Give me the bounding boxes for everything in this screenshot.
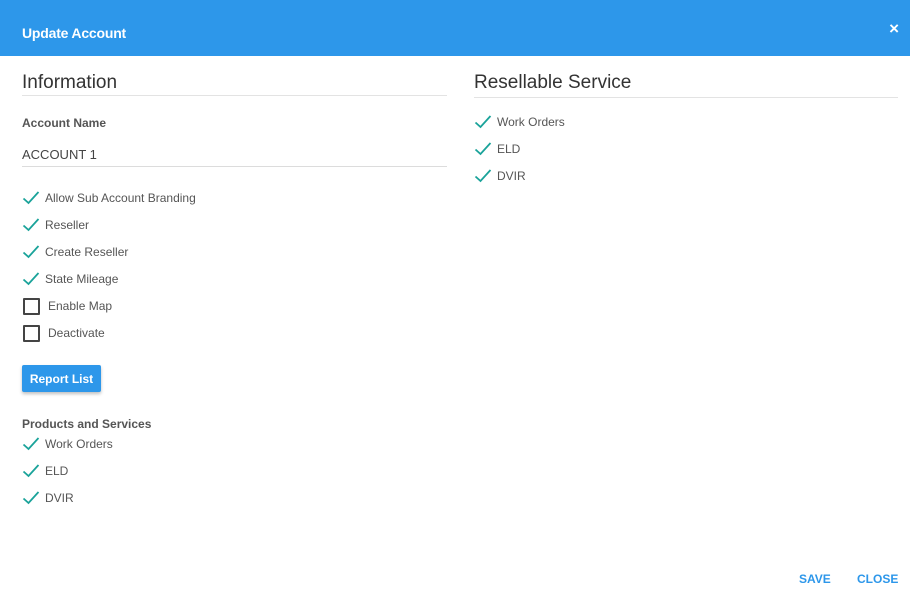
checkmark-icon (22, 462, 40, 480)
account-name-input[interactable] (22, 142, 447, 167)
dialog-header: Update Account × (0, 0, 910, 56)
checkbox-label: Enable Map (48, 299, 113, 313)
checkmark-icon (474, 167, 492, 185)
checkbox-allow-sub-account-branding[interactable]: Allow Sub Account Branding (22, 188, 196, 208)
resellable-label: DVIR (497, 169, 526, 183)
account-name-label: Account Name (22, 116, 107, 130)
product-label: ELD (45, 464, 69, 478)
checkbox-create-reseller[interactable]: Create Reseller (22, 242, 128, 262)
product-label: Work Orders (45, 437, 113, 451)
resellable-label: ELD (497, 142, 521, 156)
information-title: Information (22, 70, 447, 96)
checkbox-label: Deactivate (48, 326, 105, 340)
checkmark-icon (474, 113, 492, 131)
dialog-title: Update Account (22, 25, 127, 41)
checkbox-enable-map[interactable]: Enable Map (22, 296, 112, 316)
checkmark-icon (474, 140, 492, 158)
information-section: Information Account Name Allow Sub Accou… (22, 70, 447, 510)
resellable-service-title: Resellable Service (474, 70, 898, 98)
close-icon[interactable]: × (889, 19, 899, 39)
save-button[interactable]: SAVE (799, 572, 831, 586)
checkmark-icon (22, 243, 40, 261)
checkbox-label: Reseller (45, 218, 90, 232)
product-eld[interactable]: ELD (22, 461, 68, 481)
product-dvir[interactable]: DVIR (22, 488, 74, 508)
empty-checkbox-icon (23, 324, 40, 342)
empty-checkbox-icon (23, 297, 40, 315)
checkmark-icon (22, 216, 40, 234)
checkbox-state-mileage[interactable]: State Mileage (22, 269, 118, 289)
product-label: DVIR (45, 491, 74, 505)
product-work-orders[interactable]: Work Orders (22, 434, 113, 454)
checkbox-label: Create Reseller (45, 245, 129, 259)
checkmark-icon (22, 435, 40, 453)
checkbox-reseller[interactable]: Reseller (22, 215, 89, 235)
resellable-work-orders[interactable]: Work Orders (474, 112, 565, 132)
checkbox-label: Allow Sub Account Branding (45, 191, 196, 205)
resellable-eld[interactable]: ELD (474, 139, 520, 159)
resellable-label: Work Orders (497, 115, 565, 129)
checkbox-deactivate[interactable]: Deactivate (22, 323, 105, 343)
resellable-service-section: Resellable Service Work Orders ELD DVIR (474, 70, 898, 200)
checkbox-label: State Mileage (45, 272, 119, 286)
report-list-button[interactable]: Report List (22, 365, 101, 392)
checkmark-icon (22, 489, 40, 507)
resellable-dvir[interactable]: DVIR (474, 166, 526, 186)
products-services-label: Products and Services (22, 417, 152, 431)
checkmark-icon (22, 270, 40, 288)
close-button[interactable]: CLOSE (857, 572, 898, 586)
checkmark-icon (22, 189, 40, 207)
